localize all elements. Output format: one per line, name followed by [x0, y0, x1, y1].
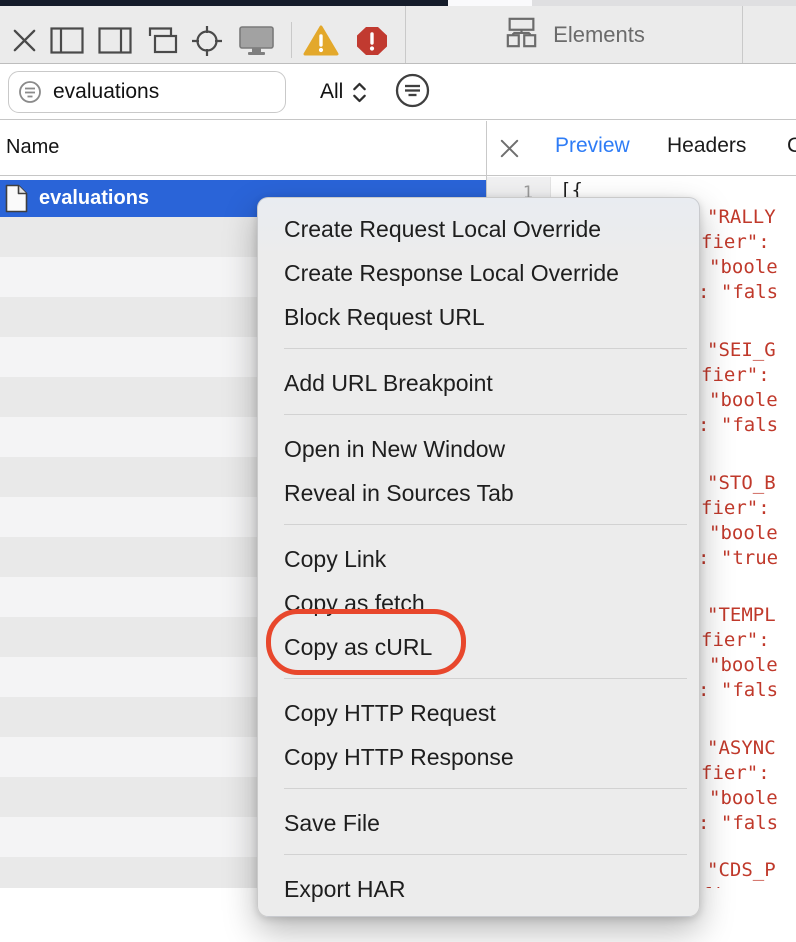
json-line: "ASYNC — [698, 736, 778, 761]
json-line: : "fals — [698, 280, 778, 305]
menu-separator — [284, 348, 687, 349]
resource-filter-input[interactable]: evaluations — [8, 71, 286, 113]
menu-separator — [284, 678, 687, 679]
context-menu-items: Create Request Local OverrideCreate Resp… — [258, 207, 699, 911]
json-fragment-group: "ASYNCfier":"boole: "fals — [698, 736, 778, 836]
json-line: "boole — [698, 388, 778, 413]
filter-options-button[interactable] — [395, 73, 430, 113]
json-line: "RALLY — [698, 205, 778, 230]
json-line: "STO_B — [698, 471, 778, 496]
json-fragment-group: "SEI_Gfier":"boole: "fals — [698, 338, 778, 438]
warning-icon[interactable] — [303, 25, 339, 62]
json-line: fier": — [698, 496, 778, 521]
json-line: : "fals — [698, 413, 778, 438]
toolbar-divider — [291, 22, 292, 58]
tab-preview[interactable]: Preview — [555, 134, 630, 158]
scope-select-value: All — [320, 80, 343, 104]
scope-select[interactable]: All — [320, 74, 368, 110]
menu-separator — [284, 788, 687, 789]
menu-item-reveal-in-sources-tab[interactable]: Reveal in Sources Tab — [258, 471, 699, 515]
context-menu: Create Request Local OverrideCreate Resp… — [257, 197, 700, 917]
tab-elements[interactable]: Elements — [406, 6, 742, 63]
close-inspector-icon[interactable] — [9, 25, 40, 61]
json-line: "boole — [698, 653, 778, 678]
json-line: fier": — [698, 761, 778, 786]
element-picker-icon[interactable] — [190, 25, 224, 62]
menu-item-copy-as-curl[interactable]: Copy as cURL — [258, 625, 699, 669]
header-band: Name Preview Headers C — [0, 121, 796, 176]
menu-separator — [284, 414, 687, 415]
windows-cascade-icon[interactable] — [142, 25, 180, 60]
menu-item-save-file[interactable]: Save File — [258, 801, 699, 845]
json-line: "boole — [698, 786, 778, 811]
menu-separator — [284, 524, 687, 525]
json-fragment-group: "RALLYfier":"boole: "fals — [698, 205, 778, 305]
web-inspector-window: Elements evaluations All Name Preview He… — [0, 0, 796, 942]
json-line: "boole — [698, 521, 778, 546]
menu-item-add-url-breakpoint[interactable]: Add URL Breakpoint — [258, 361, 699, 405]
json-line: "SEI_G — [698, 338, 778, 363]
json-line: "boole — [698, 255, 778, 280]
display-icon[interactable] — [238, 25, 275, 61]
tab-headers[interactable]: Headers — [667, 134, 746, 158]
json-line: : "fals — [698, 678, 778, 703]
stepper-icon — [351, 81, 368, 104]
menu-item-create-response-local-override[interactable]: Create Response Local Override — [258, 251, 699, 295]
error-icon[interactable] — [356, 26, 388, 61]
filter-circle-icon — [395, 73, 430, 108]
inspector-toolbar: Elements — [0, 6, 796, 64]
filter-input-value: evaluations — [53, 80, 159, 104]
toolbar-divider — [742, 6, 743, 63]
json-line: : "true — [698, 546, 778, 571]
close-panel-icon[interactable] — [497, 136, 522, 166]
menu-item-open-in-new-window[interactable]: Open in New Window — [258, 427, 699, 471]
json-fragment-group: "STO_Bfier":"boole: "true — [698, 471, 778, 571]
table-row-label: evaluations — [39, 187, 149, 210]
menu-separator — [284, 854, 687, 855]
elements-tab-label: Elements — [553, 22, 645, 48]
json-line: fier": — [698, 363, 778, 388]
menu-item-create-request-local-override[interactable]: Create Request Local Override — [258, 207, 699, 251]
menu-item-copy-link[interactable]: Copy Link — [258, 537, 699, 581]
menu-item-block-request-url[interactable]: Block Request URL — [258, 295, 699, 339]
document-icon — [5, 184, 28, 213]
column-header-name[interactable]: Name — [6, 136, 59, 159]
json-line: : "fals — [698, 811, 778, 836]
menu-item-copy-http-request[interactable]: Copy HTTP Request — [258, 691, 699, 735]
json-line: "TEMPL — [698, 603, 778, 628]
json-fragment-group: "TEMPLfier":"boole: "fals — [698, 603, 778, 703]
json-line: "CDS_P — [698, 858, 776, 883]
menu-item-export-har[interactable]: Export HAR — [258, 867, 699, 911]
menu-item-copy-http-response[interactable]: Copy HTTP Response — [258, 735, 699, 779]
node-tree-icon — [503, 17, 540, 53]
toggle-left-sidebar-icon[interactable] — [50, 27, 84, 59]
filter-icon — [18, 80, 42, 104]
filter-bar: evaluations All — [0, 64, 796, 120]
json-line: fier": — [698, 230, 778, 255]
toggle-right-sidebar-icon[interactable] — [98, 27, 132, 59]
json-line: fier": — [698, 628, 778, 653]
menu-item-copy-as-fetch[interactable]: Copy as fetch — [258, 581, 699, 625]
tab-cookies[interactable]: C — [787, 134, 796, 158]
